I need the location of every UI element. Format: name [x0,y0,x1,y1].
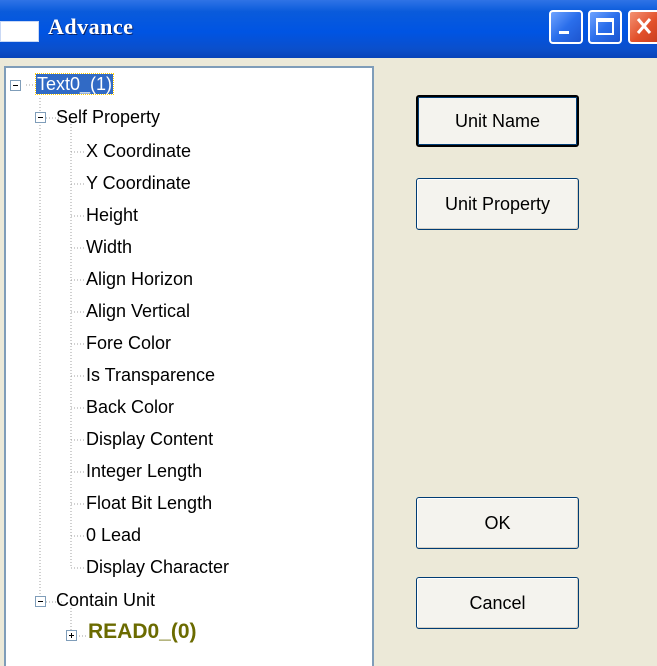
tree-item-align-horizon[interactable]: Align Horizon [86,268,193,292]
tree-item-0-lead[interactable]: 0 Lead [86,524,141,548]
tree-item-label: Is Transparence [86,365,216,385]
minimize-button[interactable] [549,10,583,44]
tree-item-label: Align Horizon [86,269,194,289]
title-bar[interactable]: Advance [0,0,657,58]
close-icon [636,18,652,34]
close-button[interactable] [628,10,657,44]
tree-item-label: Y Coordinate [86,173,191,193]
tree-item-label: Integer Length [86,461,203,481]
property-tree[interactable]: Text0_(1) Self Property X Coordinate Y C… [4,66,374,666]
tree-node-root-label: Text0_(1) [34,73,115,95]
tree-item-integer-length[interactable]: Integer Length [86,460,202,484]
tree-item-label: 0 Lead [86,525,142,545]
tree-item-label: Fore Color [86,333,172,353]
cancel-button[interactable]: Cancel [416,577,579,629]
tree-node-root[interactable]: Text0_(1) [34,73,115,97]
tree-item-label: Back Color [86,397,175,417]
unit-property-button[interactable]: Unit Property [416,178,579,230]
tree-item-back-color[interactable]: Back Color [86,396,174,420]
tree-item-float-bit-length[interactable]: Float Bit Length [86,492,212,516]
tree-item-label: Width [86,237,133,257]
tree-node-read0[interactable]: READ0_(0) [88,621,197,645]
unit-name-button[interactable]: Unit Name [416,95,579,147]
tree-node-read0-label: READ0_(0) [88,620,197,643]
tree-item-display-content[interactable]: Display Content [86,428,213,452]
tree-item-is-transparence[interactable]: Is Transparence [86,364,215,388]
tree-item-height[interactable]: Height [86,204,138,228]
tree-node-contain-unit-label: Contain Unit [56,590,156,610]
tree-item-display-character[interactable]: Display Character [86,556,229,580]
expand-read0-toggle[interactable] [66,630,77,641]
collapse-root-toggle[interactable] [10,80,21,91]
tree-item-x-coordinate[interactable]: X Coordinate [86,140,191,164]
tree-item-label: Display Character [86,557,230,577]
window-title: Advance [48,14,134,39]
tree-item-y-coordinate[interactable]: Y Coordinate [86,172,191,196]
collapse-contain-unit-toggle[interactable] [35,596,46,607]
tree-item-fore-color[interactable]: Fore Color [86,332,171,356]
maximize-button[interactable] [588,10,622,44]
tree-node-self-property[interactable]: Self Property [56,106,160,130]
collapse-self-property-toggle[interactable] [35,112,46,123]
tree-item-width[interactable]: Width [86,236,132,260]
tree-item-label: Float Bit Length [86,493,213,513]
tree-item-label: X Coordinate [86,141,192,161]
tree-item-align-vertical[interactable]: Align Vertical [86,300,190,324]
tree-item-label: Align Vertical [86,301,191,321]
window-icon [0,21,39,42]
ok-button[interactable]: OK [416,497,579,549]
maximize-icon [596,18,614,35]
tree-node-contain-unit[interactable]: Contain Unit [56,589,155,613]
tree-item-label: Height [86,205,139,225]
tree-item-label: Display Content [86,429,214,449]
minimize-icon [559,31,569,34]
tree-node-self-property-label: Self Property [56,107,161,127]
